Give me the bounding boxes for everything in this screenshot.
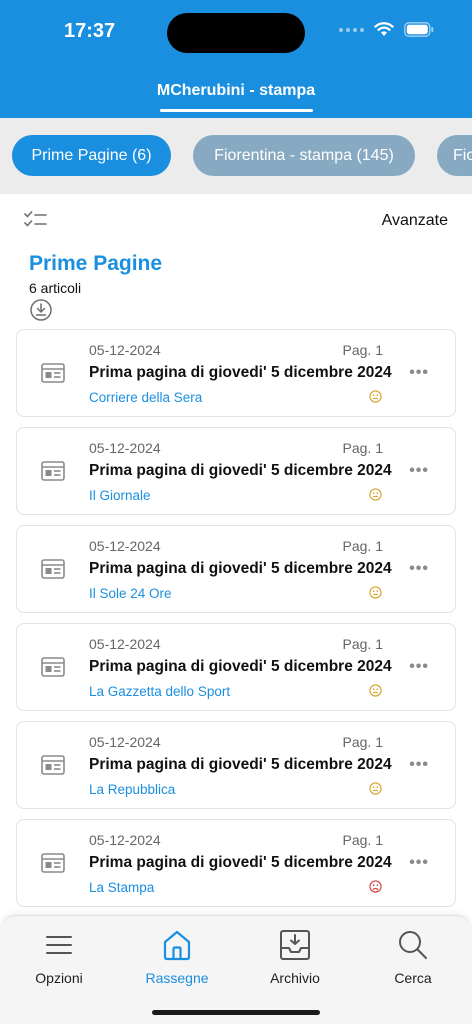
article-title[interactable]: Prima pagina di giovedi' 5 dicembre 2024 [89, 756, 392, 774]
search-icon [399, 931, 427, 959]
archive-icon [280, 930, 310, 960]
tab-label: Cerca [394, 970, 432, 986]
article-list: 05-12-2024 Pag. 1 Prima pagina di gioved… [16, 329, 456, 917]
article-date: 05-12-2024 [89, 636, 161, 652]
tab-label: Archivio [270, 970, 320, 986]
article-page: Pag. 1 [342, 734, 383, 750]
tab-opzioni[interactable]: Opzioni [0, 928, 118, 986]
category-chips[interactable]: Prime Pagine (6) Fiorentina - stampa (14… [0, 118, 472, 194]
more-options-icon[interactable]: ••• [409, 854, 429, 872]
home-icon [163, 930, 191, 961]
article-source[interactable]: La Stampa [89, 880, 154, 895]
newspaper-icon [41, 853, 65, 873]
more-options-icon[interactable]: ••• [409, 658, 429, 676]
more-options-icon[interactable]: ••• [409, 462, 429, 480]
article-date: 05-12-2024 [89, 832, 161, 848]
article-card[interactable]: 05-12-2024 Pag. 1 Prima pagina di gioved… [16, 819, 456, 907]
section-count: 6 articoli [29, 280, 82, 296]
article-title[interactable]: Prima pagina di giovedi' 5 dicembre 2024 [89, 658, 392, 676]
header-title[interactable]: MCherubini - stampa [0, 82, 472, 100]
article-page: Pag. 1 [342, 636, 383, 652]
tab-cerca[interactable]: Cerca [354, 928, 472, 986]
article-source[interactable]: Il Giornale [89, 488, 151, 503]
section-title: Prime Pagine [29, 252, 163, 275]
chip-prime-pagine[interactable]: Prime Pagine (6) [12, 135, 171, 176]
article-source[interactable]: Il Sole 24 Ore [89, 586, 172, 601]
article-page: Pag. 1 [342, 342, 383, 358]
sentiment-neutral-icon [369, 782, 382, 795]
article-card[interactable]: 05-12-2024 Pag. 1 Prima pagina di gioved… [16, 525, 456, 613]
article-page: Pag. 1 [342, 538, 383, 554]
more-options-icon[interactable]: ••• [409, 364, 429, 382]
more-options-icon[interactable]: ••• [409, 560, 429, 578]
article-source[interactable]: Corriere della Sera [89, 390, 202, 405]
sentiment-neutral-icon [369, 390, 382, 403]
newspaper-icon [41, 559, 65, 579]
status-time: 17:37 [64, 20, 116, 42]
article-card[interactable]: 05-12-2024 Pag. 1 Prima pagina di gioved… [16, 427, 456, 515]
battery-icon [404, 22, 434, 37]
article-date: 05-12-2024 [89, 538, 161, 554]
article-title[interactable]: Prima pagina di giovedi' 5 dicembre 2024 [89, 854, 392, 872]
sentiment-neutral-icon [369, 586, 382, 599]
signal-icon [339, 27, 364, 32]
tab-rassegne[interactable]: Rassegne [118, 928, 236, 986]
chip-fio[interactable]: Fio [437, 135, 472, 176]
article-title[interactable]: Prima pagina di giovedi' 5 dicembre 2024 [89, 462, 392, 480]
dynamic-island [167, 13, 305, 53]
article-date: 05-12-2024 [89, 734, 161, 750]
wifi-icon [374, 22, 394, 36]
article-source[interactable]: La Gazzetta dello Sport [89, 684, 230, 699]
article-card[interactable]: 05-12-2024 Pag. 1 Prima pagina di gioved… [16, 721, 456, 809]
header-tab-indicator [160, 109, 313, 112]
more-options-icon[interactable]: ••• [409, 756, 429, 774]
tab-archivio[interactable]: Archivio [236, 928, 354, 986]
sentiment-neutral-icon [369, 488, 382, 501]
article-date: 05-12-2024 [89, 440, 161, 456]
checklist-icon[interactable] [24, 210, 48, 230]
menu-icon [46, 936, 72, 954]
app-header: 17:37 MCherubini - stampa [0, 0, 472, 118]
newspaper-icon [41, 461, 65, 481]
article-card[interactable]: 05-12-2024 Pag. 1 Prima pagina di gioved… [16, 329, 456, 417]
advanced-filters-link[interactable]: Avanzate [382, 212, 448, 230]
newspaper-icon [41, 755, 65, 775]
tab-label: Rassegne [145, 970, 209, 986]
home-indicator[interactable] [152, 1010, 320, 1015]
sentiment-negative-icon [369, 880, 382, 893]
newspaper-icon [41, 363, 65, 383]
status-indicators [339, 22, 434, 37]
article-title[interactable]: Prima pagina di giovedi' 5 dicembre 2024 [89, 364, 392, 382]
tab-label: Opzioni [35, 970, 83, 986]
download-icon[interactable] [29, 298, 53, 322]
article-source[interactable]: La Repubblica [89, 782, 175, 797]
newspaper-icon [41, 657, 65, 677]
article-page: Pag. 1 [342, 440, 383, 456]
chip-fiorentina-stampa[interactable]: Fiorentina - stampa (145) [193, 135, 415, 176]
article-title[interactable]: Prima pagina di giovedi' 5 dicembre 2024 [89, 560, 392, 578]
bottom-tab-bar: Opzioni Rassegne Archivio Cerca [0, 915, 472, 1024]
article-date: 05-12-2024 [89, 342, 161, 358]
article-card[interactable]: 05-12-2024 Pag. 1 Prima pagina di gioved… [16, 623, 456, 711]
article-page: Pag. 1 [342, 832, 383, 848]
sentiment-neutral-icon [369, 684, 382, 697]
